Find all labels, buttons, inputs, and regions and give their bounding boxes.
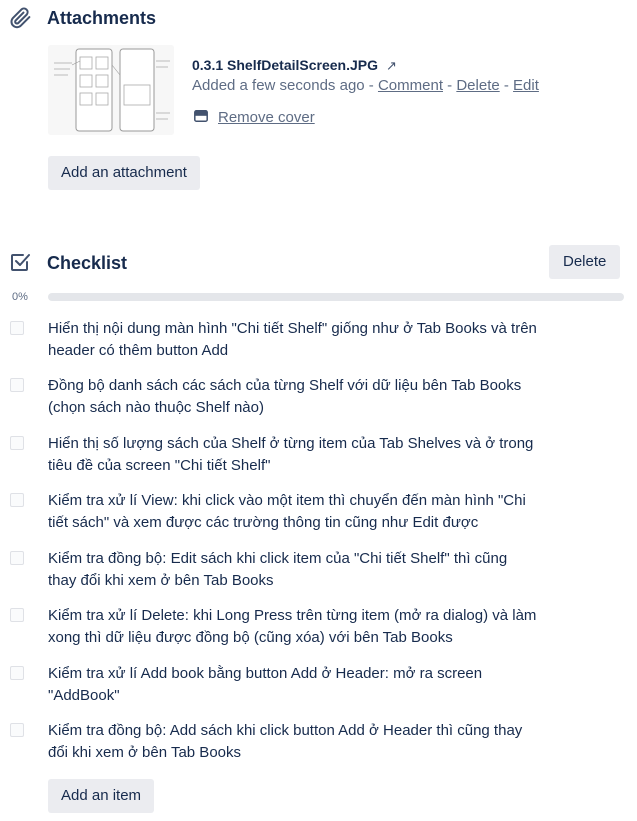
checklist-item-checkbox[interactable] (10, 551, 24, 565)
checklist-icon (8, 250, 32, 274)
checklist-item-checkbox[interactable] (10, 723, 24, 737)
card-cover-icon (194, 108, 208, 128)
delete-attachment-link[interactable]: Delete (456, 77, 499, 94)
attachment-thumbnail[interactable] (48, 45, 174, 135)
remove-cover-link[interactable]: Remove cover (194, 108, 315, 128)
comment-link[interactable]: Comment (378, 77, 443, 94)
checklist-item-text[interactable]: Kiểm tra đồng bộ: Add sách khi click but… (48, 720, 538, 764)
add-attachment-button[interactable]: Add an attachment (48, 156, 200, 190)
checklist-progress-bar (48, 293, 624, 301)
open-external-icon[interactable]: ↗ (386, 58, 397, 73)
checklist-item-checkbox[interactable] (10, 608, 24, 622)
paperclip-icon (8, 6, 32, 30)
checklist-progress-percent: 0% (12, 291, 28, 303)
checklist-item-text[interactable]: Hiển thị nội dung màn hình "Chi tiết She… (48, 318, 538, 362)
delete-checklist-button[interactable]: Delete (549, 245, 621, 279)
checklist-title: Checklist (47, 253, 128, 273)
checklist-item-checkbox[interactable] (10, 493, 24, 507)
checklist-item-checkbox[interactable] (10, 321, 24, 335)
attachments-title: Attachments (47, 8, 157, 28)
checklist-item-text[interactable]: Kiểm tra xử lí View: khi click vào một i… (48, 490, 538, 534)
checklist-item-text[interactable]: Hiển thị số lượng sách của Shelf ở từng … (48, 433, 538, 477)
checklist-item-checkbox[interactable] (10, 666, 24, 680)
attachment-added-time: Added a few seconds ago (192, 77, 365, 94)
checklist-item-text[interactable]: Kiểm tra xử lí Delete: khi Long Press tr… (48, 605, 538, 649)
add-checklist-item-button[interactable]: Add an item (48, 779, 155, 813)
attachment-filename[interactable]: 0.3.1 ShelfDetailScreen.JPG ↗ (192, 55, 397, 76)
checklist-item-checkbox[interactable] (10, 378, 24, 392)
checklist-item-text[interactable]: Kiểm tra xử lí Add book bằng button Add … (48, 663, 538, 707)
edit-attachment-link[interactable]: Edit (513, 77, 539, 94)
checklist-item-checkbox[interactable] (10, 436, 24, 450)
checklist-item-text[interactable]: Kiểm tra đồng bộ: Edit sách khi click it… (48, 548, 538, 592)
checklist-item-text[interactable]: Đồng bộ danh sách các sách của từng Shel… (48, 375, 538, 419)
remove-cover-label: Remove cover (218, 109, 315, 126)
attachment-meta: Added a few seconds ago - Comment - Dele… (192, 77, 539, 94)
